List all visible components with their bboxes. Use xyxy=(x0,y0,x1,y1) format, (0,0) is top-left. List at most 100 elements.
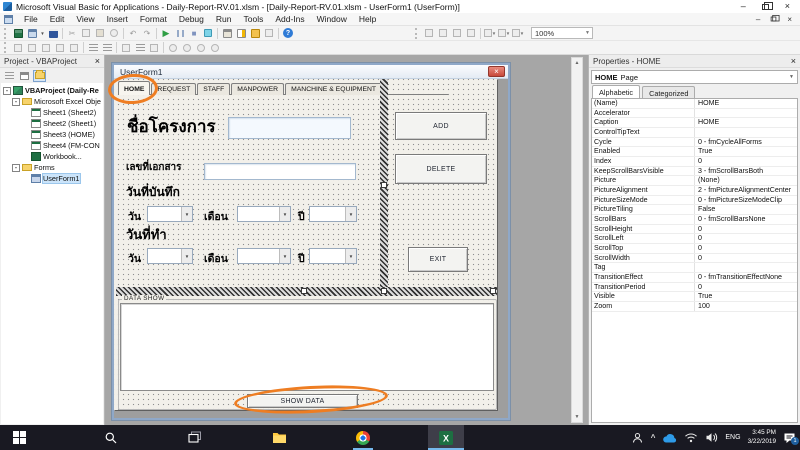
property-row[interactable]: (Name) HOME xyxy=(592,99,797,109)
search-icon[interactable] xyxy=(96,425,126,450)
resize-handle[interactable] xyxy=(301,288,307,294)
tab-alphabetic[interactable]: Alphabetic xyxy=(592,85,641,99)
property-row[interactable]: Tag xyxy=(592,263,797,274)
form-tab[interactable]: MANPOWER xyxy=(231,83,285,95)
data-show-listbox[interactable] xyxy=(120,303,494,391)
project-tree-item[interactable]: UserForm1 xyxy=(1,173,103,184)
toolbar-grip[interactable] xyxy=(415,27,419,39)
menu-item[interactable]: Tools xyxy=(237,13,269,26)
made-year-combobox[interactable]: ▼ xyxy=(309,248,357,264)
object-browser-icon[interactable] xyxy=(262,27,276,40)
order-icon[interactable] xyxy=(67,41,81,54)
group-controls-icon[interactable] xyxy=(39,41,53,54)
file-explorer-icon[interactable] xyxy=(264,425,294,450)
view-code-icon[interactable] xyxy=(3,70,16,82)
dropdown-icon[interactable]: ▼ xyxy=(181,249,192,263)
insert-dropdown-icon[interactable]: ▼ xyxy=(39,27,46,40)
project-tree-item[interactable]: - Microsoft Excel Obje xyxy=(1,96,103,107)
project-tree-item[interactable]: Sheet4 (FM-CON xyxy=(1,140,103,151)
child-restore-icon[interactable] xyxy=(771,15,780,22)
made-day-combobox[interactable]: ▼ xyxy=(147,248,193,264)
userform-window-titlebar[interactable]: UserForm1 × xyxy=(114,65,508,79)
toggle-folders-icon[interactable] xyxy=(33,69,46,82)
grid-settings-icon[interactable] xyxy=(208,41,222,54)
toolbox-icon[interactable] xyxy=(248,27,262,40)
people-icon[interactable] xyxy=(631,432,644,444)
property-row[interactable]: ScrollHeight 0 xyxy=(592,224,797,235)
exit-button[interactable]: EXIT xyxy=(408,247,468,272)
toolbar-grip[interactable] xyxy=(4,42,8,53)
project-tree-item[interactable]: Workbook... xyxy=(1,151,103,162)
height-same-icon[interactable] xyxy=(147,41,161,54)
form-tab[interactable]: MANCHINE & EQUIPMENT xyxy=(285,83,383,95)
tray-expand-icon[interactable]: ^ xyxy=(651,433,656,442)
align-icon[interactable] xyxy=(422,27,436,40)
project-tree-item[interactable]: Sheet3 (HOME) xyxy=(1,129,103,140)
menu-item[interactable]: Debug xyxy=(173,13,210,26)
menu-item[interactable]: Window xyxy=(311,13,353,26)
property-row[interactable]: ScrollWidth 0 xyxy=(592,253,797,264)
paste-icon[interactable] xyxy=(93,27,107,40)
align-dropdown-icon[interactable]: ▼ xyxy=(483,27,497,40)
form-tab[interactable]: HOME xyxy=(118,81,151,95)
property-row[interactable]: Caption HOME xyxy=(592,118,797,129)
menu-item[interactable]: Insert xyxy=(101,13,134,26)
userform-close-icon[interactable]: × xyxy=(488,66,505,77)
undo-icon[interactable]: ↶ xyxy=(126,27,140,40)
property-row[interactable]: TransitionPeriod 0 xyxy=(592,282,797,293)
redo-icon[interactable]: ↷ xyxy=(140,27,154,40)
design-mode-icon[interactable] xyxy=(201,27,215,40)
property-row[interactable]: Accelerator xyxy=(592,108,797,119)
property-row[interactable]: TransitionEffect 0 - fmTransitionEffectNo… xyxy=(592,273,797,283)
reset-icon[interactable]: ■ xyxy=(187,27,201,40)
property-row[interactable]: PictureSizeMode 0 - fmPictureSizeModeClip xyxy=(592,195,797,206)
bring-to-front-icon[interactable] xyxy=(11,41,25,54)
add-button[interactable]: ADD xyxy=(395,112,487,140)
view-object-icon[interactable] xyxy=(18,70,31,82)
center-in-form-icon[interactable] xyxy=(119,41,133,54)
size-dropdown-icon[interactable]: ▼ xyxy=(511,27,525,40)
tree-expander-icon[interactable]: - xyxy=(12,163,20,172)
mdi-vertical-scrollbar[interactable]: ▲ ▼ xyxy=(571,57,583,423)
language-indicator[interactable]: ENG xyxy=(725,434,740,441)
project-name-textbox[interactable] xyxy=(228,117,351,139)
project-tree-item[interactable]: Sheet1 (Sheet2) xyxy=(1,107,103,118)
send-to-back-icon[interactable] xyxy=(25,41,39,54)
center-horizontal-icon[interactable] xyxy=(436,27,450,40)
action-center-icon[interactable]: 1 xyxy=(783,432,799,445)
clock[interactable]: 3:45 PM 3/22/2019 xyxy=(748,429,776,446)
chrome-icon[interactable] xyxy=(348,425,378,450)
resize-handle[interactable] xyxy=(381,182,387,188)
run-icon[interactable]: ▶ xyxy=(159,27,173,40)
scroll-down-icon[interactable]: ▼ xyxy=(575,414,580,420)
property-row[interactable]: ScrollTop 0 xyxy=(592,244,797,254)
userform-canvas[interactable]: HOME REQUEST STAFF MANPOWER MANCHINE & EQUIP… xyxy=(107,72,497,418)
project-tree-item[interactable]: - Forms xyxy=(1,162,103,173)
view-excel-icon[interactable] xyxy=(11,27,25,40)
menu-item[interactable]: Add-Ins xyxy=(269,13,310,26)
dropdown-icon[interactable]: ▼ xyxy=(279,249,290,263)
properties-window-icon[interactable] xyxy=(234,27,248,40)
menu-item[interactable]: File xyxy=(18,13,44,26)
minimize-icon[interactable]: – xyxy=(741,2,746,11)
menu-item[interactable]: Edit xyxy=(44,13,71,26)
ungroup-controls-icon[interactable] xyxy=(53,41,67,54)
align-left-icon[interactable] xyxy=(86,41,100,54)
project-tree-item[interactable]: - VBAProject (Daily-Re xyxy=(1,85,103,96)
break-icon[interactable] xyxy=(173,27,187,40)
start-button[interactable] xyxy=(4,425,34,450)
zoom-in-icon[interactable] xyxy=(180,41,194,54)
property-row[interactable]: Picture (None) xyxy=(592,176,797,187)
form-tab[interactable]: REQUEST xyxy=(151,83,197,95)
property-row[interactable]: KeepScrollBarsVisible 3 - fmScrollBarsBot… xyxy=(592,166,797,177)
property-row[interactable]: ControlTipText xyxy=(592,128,797,138)
restore-icon[interactable] xyxy=(761,1,773,10)
properties-close-icon[interactable]: × xyxy=(791,56,796,66)
child-window-icon[interactable] xyxy=(4,14,13,24)
zoom-out-icon[interactable] xyxy=(166,41,180,54)
property-row[interactable]: ScrollLeft 0 xyxy=(592,234,797,245)
project-tree-item[interactable]: Sheet2 (Sheet1) xyxy=(1,118,103,129)
align-right-icon[interactable] xyxy=(100,41,114,54)
delete-button[interactable]: DELETE xyxy=(395,154,487,184)
zoom-combobox[interactable]: 100% ▼ xyxy=(531,27,593,39)
